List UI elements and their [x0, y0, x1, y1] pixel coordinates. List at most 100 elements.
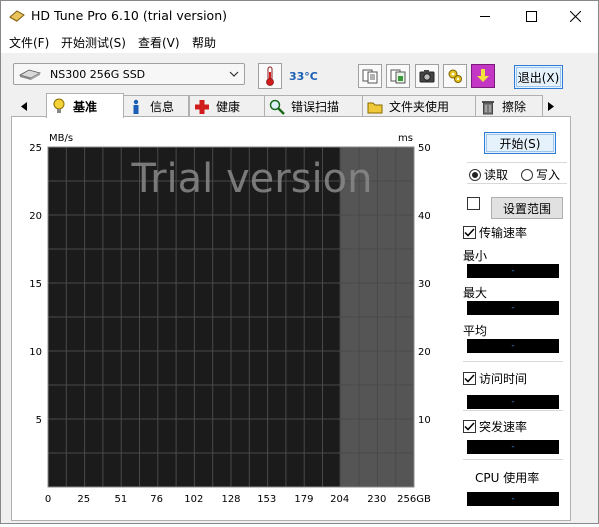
divider — [463, 459, 563, 460]
y-left-unit: MB/s — [49, 133, 73, 144]
divider — [463, 361, 563, 362]
max-value: - — [467, 301, 559, 315]
chart-svg: 25 20 15 10 5 50 40 30 20 10 MB/s ms 0 25 51 76 102 128 15… — [29, 133, 431, 505]
checkbox-box — [463, 420, 476, 433]
radio-circle — [469, 168, 481, 181]
tab-folder-usage-label: 文件夹使用 — [389, 100, 450, 114]
screenshot-button[interactable] — [415, 64, 439, 88]
y-right-tick-label: 10 — [418, 415, 431, 426]
range-row: 设置范围 — [463, 197, 573, 221]
menu-file[interactable]: 文件(F) — [9, 34, 49, 51]
copy-text-button[interactable] — [358, 64, 382, 88]
tab-error-scan-label: 错误扫描 — [291, 100, 340, 114]
start-button[interactable]: 开始(S) — [484, 132, 556, 154]
options-button[interactable] — [443, 64, 467, 88]
copy-image-button[interactable] — [386, 64, 410, 88]
checkbox-box — [463, 372, 476, 385]
tab-error-scan[interactable]: 错误扫描 — [264, 95, 363, 117]
close-button[interactable] — [552, 1, 598, 31]
tab-info-label: 信息 — [150, 100, 175, 114]
app-logo-icon — [9, 10, 25, 22]
tab-health-label: 健康 — [216, 100, 241, 114]
caret-left-icon — [21, 101, 27, 111]
write-radio[interactable]: 写入 — [521, 166, 560, 183]
save-button[interactable] — [471, 64, 495, 88]
y-right-tick-label: 20 — [418, 347, 431, 358]
access-time-label: 访问时间 — [479, 372, 528, 386]
x-tick-label: 128 — [221, 494, 240, 505]
x-tick-label: 102 — [184, 494, 203, 505]
y-right-tick-label: 30 — [418, 279, 431, 290]
transfer-rate-label: 传输速率 — [479, 226, 528, 240]
app-window: HD Tune Pro 6.10 (trial version) 文件(F) 开… — [0, 0, 599, 524]
max-label: 最大 — [463, 286, 488, 300]
avg-label: 平均 — [463, 324, 488, 338]
range-checkbox[interactable] — [467, 197, 480, 210]
tab-erase[interactable]: 擦除 — [475, 95, 543, 117]
minimize-button[interactable] — [462, 1, 508, 31]
burst-rate-value: - — [467, 440, 559, 454]
menu-bar: 文件(F) 开始测试(S) 查看(V) 帮助 — [1, 31, 598, 53]
x-tick-label: 256GB — [397, 494, 431, 505]
y-right-tick-label: 50 — [418, 143, 431, 154]
menu-start-test[interactable]: 开始测试(S) — [61, 34, 126, 51]
tab-scroll-right-button[interactable] — [544, 98, 558, 114]
exit-button[interactable]: 退出(X) — [514, 65, 563, 89]
tab-info[interactable]: 信息 — [123, 95, 189, 117]
burst-rate-checkbox[interactable]: 突发速率 — [463, 418, 527, 435]
x-tick-label: 76 — [150, 494, 163, 505]
min-label: 最小 — [463, 249, 488, 263]
x-tick-label: 25 — [77, 494, 90, 505]
read-write-group: 读取 写入 — [467, 162, 567, 184]
menu-help[interactable]: 帮助 — [192, 34, 216, 51]
caret-right-icon — [548, 101, 554, 111]
benchmark-chart: 25 20 15 10 5 50 40 30 20 10 MB/s ms 0 25 51 76 102 128 15… — [12, 117, 462, 527]
checkmark-icon — [464, 374, 475, 383]
maximize-button[interactable] — [508, 1, 554, 31]
tab-benchmark-label: 基准 — [73, 99, 98, 114]
transfer-rate-checkbox[interactable]: 传输速率 — [463, 224, 527, 241]
x-tick-label: 230 — [367, 494, 386, 505]
temperature-button[interactable] — [258, 63, 282, 89]
title-bar[interactable]: HD Tune Pro 6.10 (trial version) — [1, 1, 598, 31]
access-time-value: - — [467, 395, 559, 409]
drive-select[interactable]: NS300 256G SSD — [13, 63, 245, 85]
read-radio[interactable]: 读取 — [469, 166, 508, 183]
read-label: 读取 — [484, 168, 509, 182]
side-controls: 开始(S) 读取 写入 设置范围 传输速率 最小 - 最大 - 平均 - 访问时… — [459, 117, 572, 522]
access-time-checkbox[interactable]: 访问时间 — [463, 370, 527, 387]
tab-folder-usage[interactable]: 文件夹使用 — [362, 95, 476, 117]
drive-name: NS300 256G SSD — [50, 68, 146, 81]
checkmark-icon — [464, 422, 475, 431]
camera-icon — [419, 70, 435, 83]
x-tick-label: 204 — [330, 494, 349, 505]
maximize-icon — [525, 10, 537, 22]
window-title: HD Tune Pro 6.10 (trial version) — [31, 8, 228, 23]
burst-rate-label: 突发速率 — [479, 420, 528, 434]
set-range-button[interactable]: 设置范围 — [491, 197, 563, 219]
avg-value: - — [467, 339, 559, 353]
copy-image-icon — [390, 69, 406, 84]
folder-icon — [367, 99, 383, 115]
x-tick-label: 51 — [115, 494, 128, 505]
checkmark-icon — [464, 228, 475, 237]
menu-view[interactable]: 查看(V) — [138, 34, 180, 51]
x-tick-label: 179 — [294, 494, 313, 505]
y-left-tick-label: 25 — [29, 143, 42, 154]
divider — [463, 410, 563, 411]
lightbulb-icon — [51, 98, 67, 114]
checkbox-box — [463, 226, 476, 239]
disk-icon — [19, 69, 41, 80]
radio-circle — [521, 168, 533, 181]
tab-scroll-left-button[interactable] — [17, 98, 31, 114]
temperature-readout: 33°C — [289, 70, 318, 83]
tab-health[interactable]: 健康 — [189, 95, 265, 117]
close-icon — [569, 10, 581, 22]
write-label: 写入 — [536, 168, 561, 182]
y-left-tick-label: 20 — [29, 211, 42, 222]
red-cross-icon — [194, 99, 210, 115]
gears-icon — [448, 69, 462, 83]
cpu-usage-value: - — [467, 492, 559, 506]
tab-benchmark[interactable]: 基准 — [46, 93, 124, 118]
x-tick-label: 153 — [257, 494, 276, 505]
